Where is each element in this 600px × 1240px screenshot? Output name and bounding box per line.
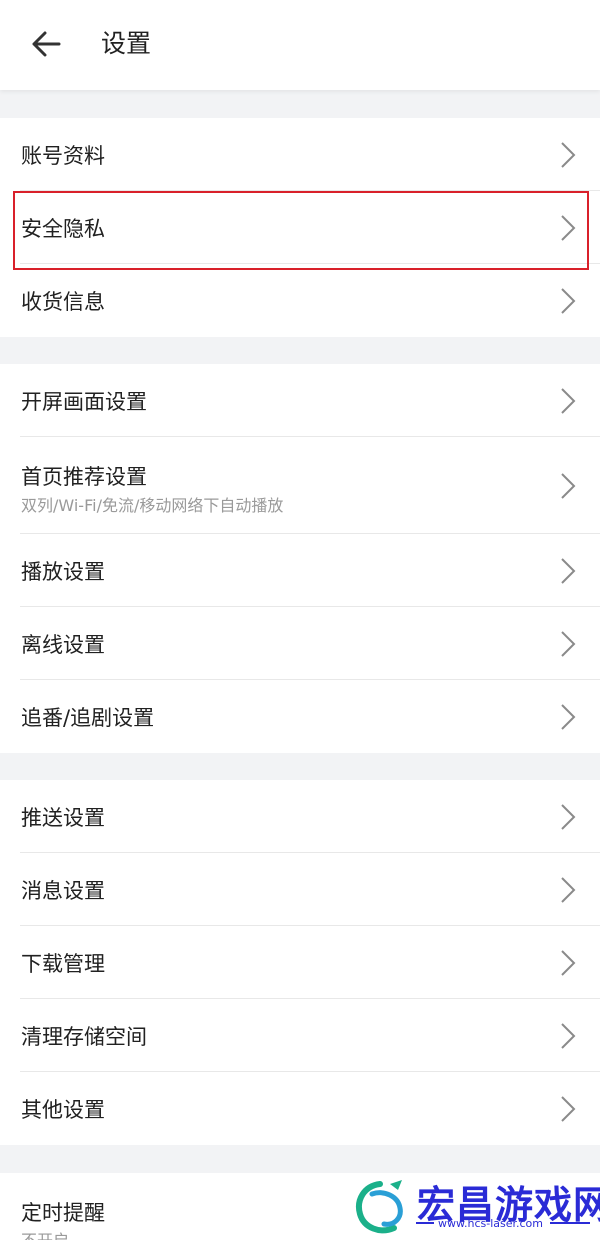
chevron-right-icon (561, 287, 576, 314)
settings-row-shipping-info[interactable]: 收货信息 (0, 264, 600, 337)
display-group: 开屏画面设置 首页推荐设置 双列/Wi-Fi/免流/移动网络下自动播放 播放设置… (0, 364, 600, 753)
watermark-rule (550, 1222, 590, 1224)
settings-row-home-recommend[interactable]: 首页推荐设置 双列/Wi-Fi/免流/移动网络下自动播放 (0, 437, 600, 534)
chevron-right-icon (561, 803, 576, 830)
settings-row-other[interactable]: 其他设置 (0, 1072, 600, 1145)
watermark-rule (416, 1222, 434, 1224)
app-header: 设置 (0, 0, 600, 90)
chevron-right-icon (561, 472, 576, 499)
row-label: 定时提醒 (21, 1201, 105, 1225)
highlight-box (13, 191, 589, 270)
settings-row-messages[interactable]: 消息设置 (0, 853, 600, 926)
chevron-right-icon (561, 703, 576, 730)
chevron-right-icon (561, 630, 576, 657)
row-label: 离线设置 (21, 632, 105, 657)
settings-row-offline[interactable]: 离线设置 (0, 607, 600, 680)
row-label: 收货信息 (21, 289, 105, 314)
settings-row-push[interactable]: 推送设置 (0, 780, 600, 853)
row-label: 清理存储空间 (21, 1024, 147, 1049)
row-label: 首页推荐设置 (21, 465, 147, 489)
page-title: 设置 (101, 29, 152, 58)
dragon-logo-icon (356, 1180, 403, 1234)
row-label: 其他设置 (21, 1097, 105, 1122)
row-label: 账号资料 (21, 143, 105, 168)
chevron-right-icon (561, 557, 576, 584)
settings-row-clear-storage[interactable]: 清理存储空间 (0, 999, 600, 1072)
chevron-right-icon (561, 876, 576, 903)
row-label: 追番/追剧设置 (21, 705, 155, 730)
settings-row-splash-screen[interactable]: 开屏画面设置 (0, 364, 600, 437)
watermark-url: www.hcs-laser.com (438, 1217, 543, 1230)
chevron-right-icon (561, 949, 576, 976)
row-sublabel: 不开启 (21, 1227, 69, 1240)
row-label: 消息设置 (21, 878, 105, 903)
system-group: 推送设置 消息设置 下载管理 清理存储空间 其他设置 (0, 780, 600, 1145)
settings-row-downloads[interactable]: 下载管理 (0, 926, 600, 999)
back-button[interactable] (22, 24, 70, 64)
settings-row-account-profile[interactable]: 账号资料 (0, 118, 600, 191)
settings-row-follow-series[interactable]: 追番/追剧设置 (0, 680, 600, 753)
chevron-right-icon (561, 1022, 576, 1049)
row-sublabel: 双列/Wi-Fi/免流/移动网络下自动播放 (21, 496, 284, 515)
settings-row-playback[interactable]: 播放设置 (0, 534, 600, 607)
watermark: 宏昌游戏网 www.hcs-laser.com (350, 1170, 600, 1240)
row-label: 下载管理 (21, 951, 105, 976)
row-label: 播放设置 (21, 559, 105, 584)
chevron-right-icon (561, 141, 576, 168)
arrow-left-icon (32, 31, 61, 57)
row-label: 开屏画面设置 (21, 389, 147, 414)
chevron-right-icon (561, 387, 576, 414)
chevron-right-icon (561, 1095, 576, 1122)
row-label: 推送设置 (21, 805, 105, 830)
